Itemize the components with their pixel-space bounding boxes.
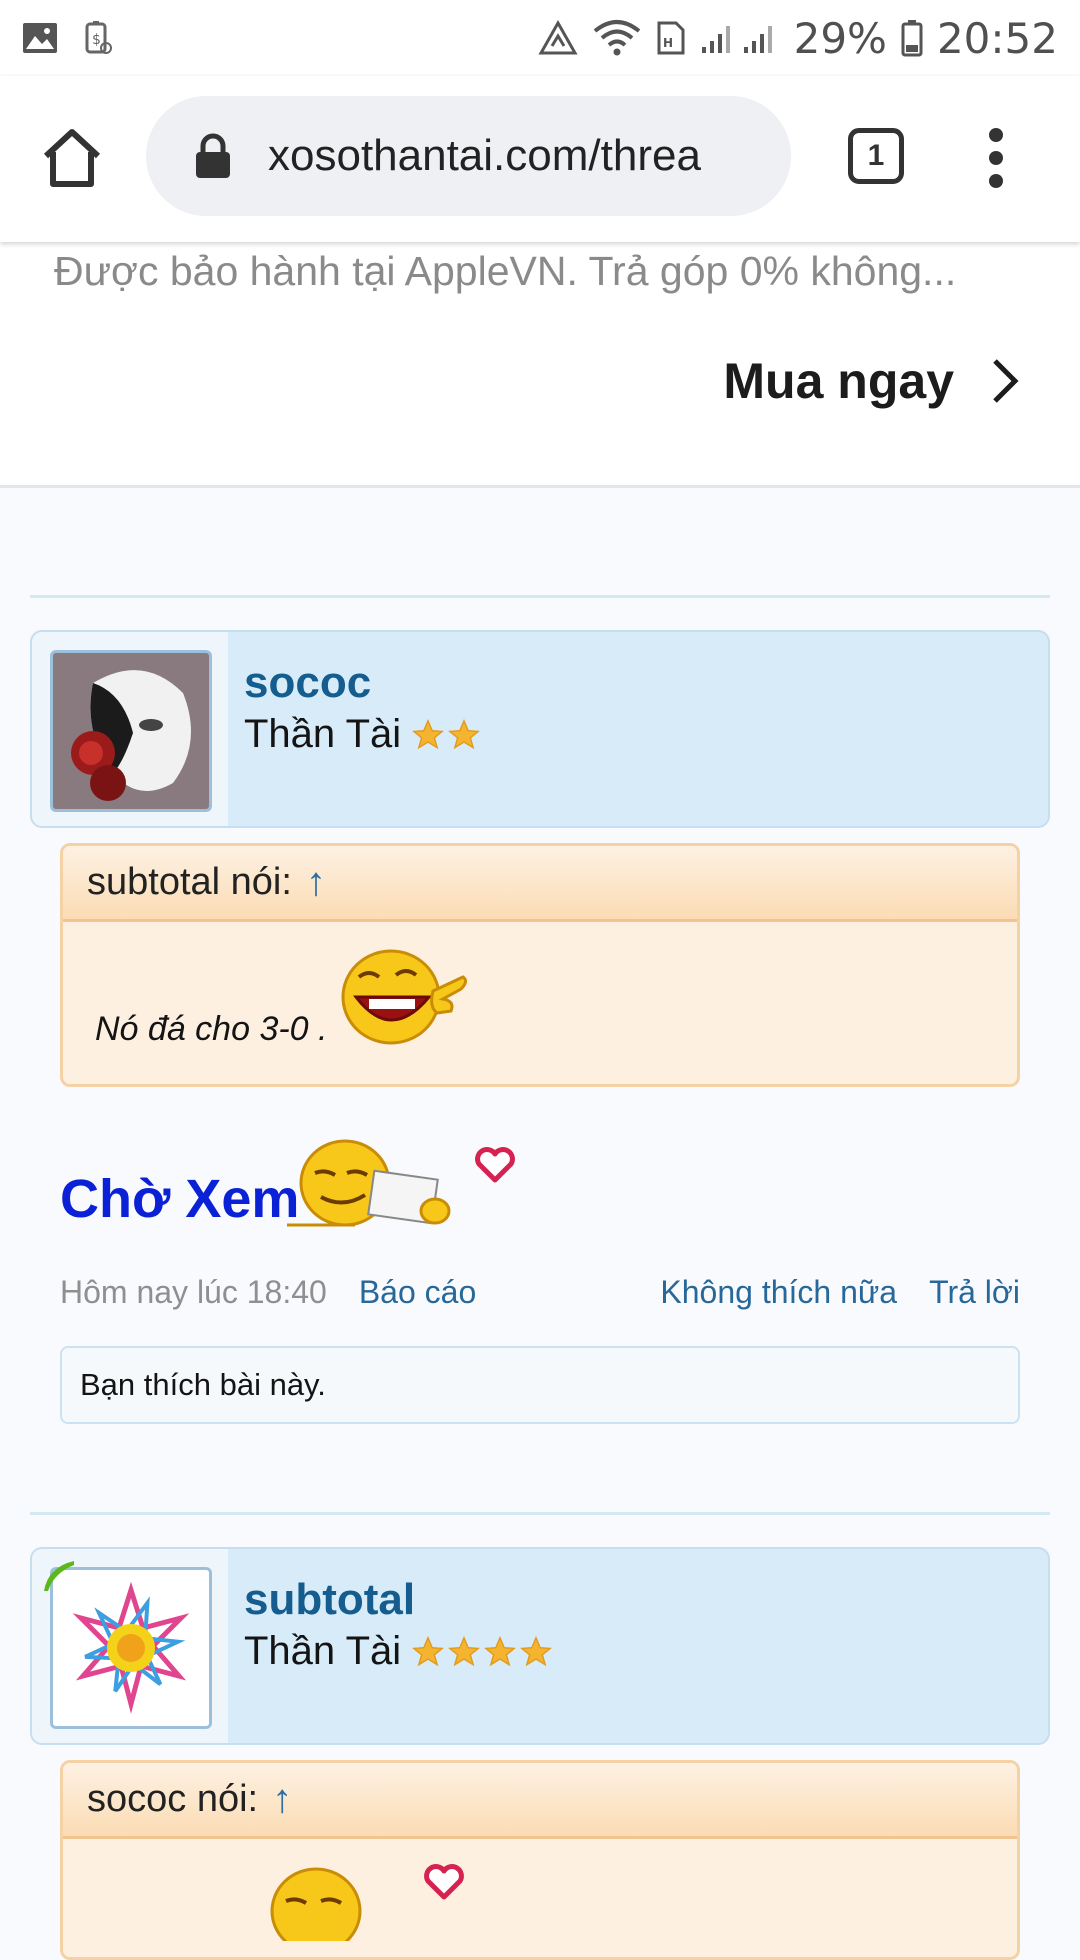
quote-author: subtotal nói: xyxy=(87,861,292,903)
quote-jump-link[interactable]: ↑ xyxy=(272,1777,292,1822)
chevron-right-icon xyxy=(993,359,1019,403)
user-title: Thần Tài xyxy=(244,712,402,756)
reading-smiley-icon xyxy=(287,1139,451,1227)
post-divider xyxy=(30,595,1050,598)
battery-icon xyxy=(901,20,923,57)
data-saver-icon xyxy=(538,20,578,55)
quote-jump-link[interactable]: ↑ xyxy=(306,860,326,905)
quote-body xyxy=(63,1839,1017,1957)
post-message-text: Chờ Xem xyxy=(60,1169,300,1229)
post-time: Hôm nay lúc 18:40 xyxy=(60,1274,327,1310)
username[interactable]: subtotal xyxy=(244,1575,415,1625)
rank-stars xyxy=(411,1635,553,1669)
username[interactable]: sococ xyxy=(244,658,371,708)
user-title: Thần Tài xyxy=(244,1629,402,1673)
avatar-mask-image xyxy=(53,653,209,809)
post-user-card: subtotal Thần Tài xyxy=(30,1547,1050,1745)
post-divider xyxy=(30,1512,1050,1515)
gallery-icon xyxy=(23,23,57,53)
star-icon xyxy=(448,1635,481,1666)
post-message: Chờ Xem xyxy=(60,1168,299,1230)
quote-author: sococ nói: xyxy=(87,1778,259,1820)
url-text: xosothantai.com/threa xyxy=(268,131,701,180)
user-rank: Thần Tài xyxy=(244,1629,553,1674)
tabs-count: 1 xyxy=(867,139,885,172)
quote-header: sococ nói: ↑ xyxy=(63,1763,1017,1839)
star-icon xyxy=(412,718,445,749)
tabs-button[interactable]: 1 xyxy=(848,128,904,184)
ad-banner: Được bảo hành tại AppleVN. Trả góp 0% kh… xyxy=(0,242,1080,488)
laughing-smiley-icon xyxy=(341,949,468,1045)
star-icon xyxy=(520,1635,553,1666)
star-icon xyxy=(412,1635,445,1666)
buy-now-button[interactable]: Mua ngay xyxy=(723,352,1020,410)
star-icon xyxy=(448,718,481,749)
likes-summary: Bạn thích bài này. xyxy=(60,1346,1020,1424)
svg-text:H: H xyxy=(663,36,673,50)
heart-icon xyxy=(424,1864,464,1900)
post-meta: Hôm nay lúc 18:40 Báo cáo Không thích nữ… xyxy=(60,1274,1020,1311)
avatar-flower-logo xyxy=(53,1570,209,1726)
wifi-icon xyxy=(593,20,640,56)
address-bar[interactable]: xosothantai.com/threa xyxy=(146,96,791,216)
battery-percent: 29% xyxy=(793,13,887,63)
reading-smiley-icon xyxy=(270,1867,362,1941)
quote-body: Nó đá cho 3-0 . xyxy=(63,922,1017,1084)
online-indicator-icon xyxy=(44,1561,74,1591)
svg-text:$: $ xyxy=(92,32,101,48)
quote-header: subtotal nói: ↑ xyxy=(63,846,1017,922)
quote-text: Nó đá cho 3-0 . xyxy=(95,1010,328,1048)
quote-block: sococ nói: ↑ xyxy=(60,1760,1020,1960)
sim-icon: H xyxy=(657,21,685,55)
menu-icon[interactable] xyxy=(980,128,1012,188)
unlike-link[interactable]: Không thích nữa xyxy=(660,1274,897,1311)
post-user-card: sococ Thần Tài xyxy=(30,630,1050,828)
signal-icon xyxy=(701,26,772,53)
report-link[interactable]: Báo cáo xyxy=(359,1274,476,1311)
heart-icon xyxy=(475,1147,515,1183)
avatar[interactable] xyxy=(50,650,212,812)
battery-saver-icon: $ xyxy=(85,21,112,54)
user-rank: Thần Tài xyxy=(244,712,481,757)
lock-icon xyxy=(196,133,230,178)
rank-stars xyxy=(411,718,481,752)
home-icon[interactable] xyxy=(40,126,104,190)
quote-block: subtotal nói: ↑ Nó đá cho 3-0 . xyxy=(60,843,1020,1087)
clock: 20:52 xyxy=(936,13,1058,63)
status-bar: $ H 29% 20:52 xyxy=(0,0,1080,76)
likes-text: Bạn thích bài này. xyxy=(80,1367,326,1402)
star-icon xyxy=(484,1635,517,1666)
ad-description: Được bảo hành tại AppleVN. Trả góp 0% kh… xyxy=(54,248,957,294)
browser-toolbar: xosothantai.com/threa 1 xyxy=(0,76,1080,242)
buy-now-label: Mua ngay xyxy=(723,353,954,409)
reply-link[interactable]: Trả lời xyxy=(929,1274,1020,1311)
